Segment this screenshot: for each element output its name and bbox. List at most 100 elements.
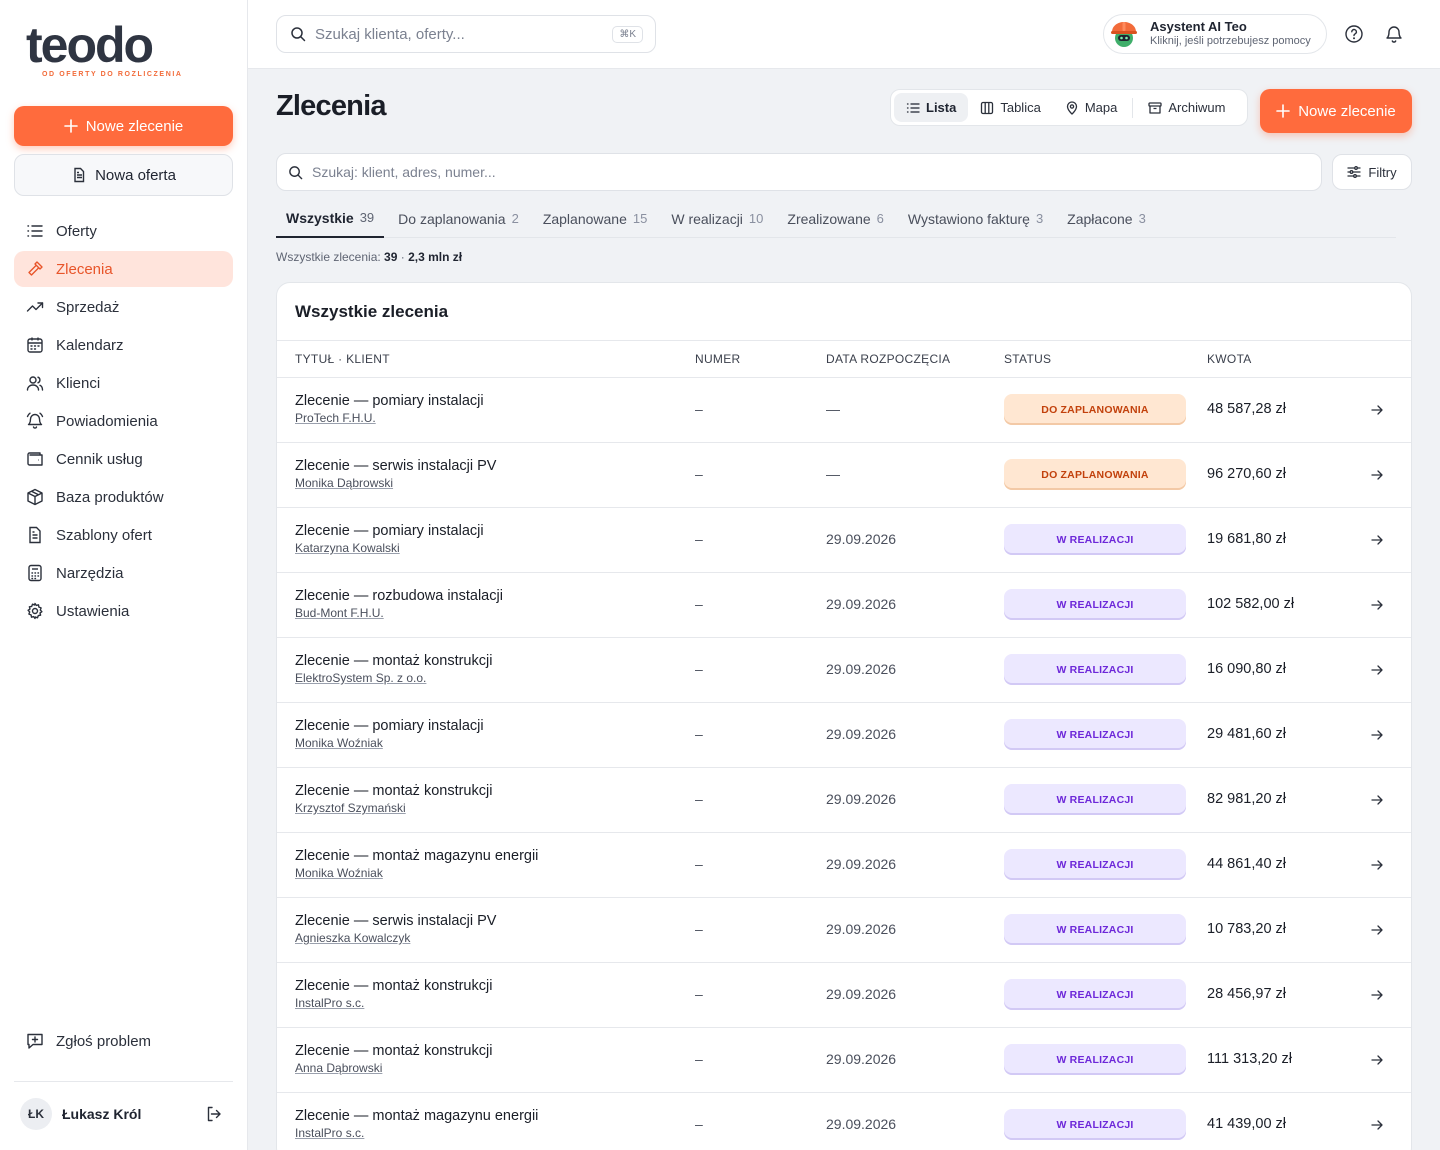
view-list-button[interactable]: Lista [894,93,969,122]
sidebar-item-calendar[interactable]: Kalendarz [14,327,233,363]
order-client-link[interactable]: Anna Dąbrowski [295,1061,382,1075]
table-row[interactable]: Zlecenie — pomiary instalacji Monika Woźn… [277,703,1411,768]
order-title[interactable]: Zlecenie — montaż konstrukcji [295,978,492,994]
sidebar-item-notifications[interactable]: Powiadomienia [14,403,233,439]
sidebar-item-price-list[interactable]: Cennik usług [14,441,233,477]
column-header-title-client[interactable]: TYTUŁ · KLIENT [295,352,390,366]
tab-invoiced[interactable]: Wystawiono fakturę 3 [898,199,1053,238]
order-title[interactable]: Zlecenie — montaż konstrukcji [295,783,492,799]
brand-logo[interactable]: teodo OD OFERTY DO ROZLICZENIA [26,20,186,80]
arrow-right-icon[interactable] [1369,467,1385,483]
order-client-link[interactable]: Bud-Mont F.H.U. [295,606,384,620]
column-header-number[interactable]: NUMER [695,352,741,366]
tab-completed[interactable]: Zrealizowane 6 [777,199,894,238]
view-map-button[interactable]: Mapa [1053,93,1130,122]
order-title[interactable]: Zlecenie — pomiary instalacji [295,393,484,409]
arrow-right-icon[interactable] [1369,727,1385,743]
order-title[interactable]: Zlecenie — montaż magazynu energii [295,848,538,864]
table-row[interactable]: Zlecenie — pomiary instalacji ProTech F.H… [277,378,1411,443]
user-profile[interactable]: ŁK Łukasz Król [20,1097,233,1131]
arrow-right-icon[interactable] [1369,532,1385,548]
arrow-right-icon[interactable] [1369,857,1385,873]
sidebar-item-offers[interactable]: Oferty [14,213,233,249]
column-header-start-date[interactable]: DATA ROZPOCZĘCIA [826,352,950,366]
sidebar-item-orders[interactable]: Zlecenia [14,251,233,287]
status-badge: W REALIZACJI [1004,654,1186,685]
tab-count: 2 [511,211,519,226]
sidebar-item-templates[interactable]: Szablony ofert [14,517,233,553]
sidebar-item-label: Szablony ofert [56,526,152,544]
ai-assistant-button[interactable]: Asystent AI Teo Kliknij, jeśli potrzebuj… [1103,14,1327,54]
order-title[interactable]: Zlecenie — rozbudowa instalacji [295,588,503,604]
arrow-right-icon[interactable] [1369,1052,1385,1068]
order-client-link[interactable]: ProTech F.H.U. [295,411,376,425]
view-archive-label: Archiwum [1168,100,1226,115]
order-client-link[interactable]: Monika Dąbrowski [295,476,393,490]
order-client-link[interactable]: Katarzyna Kowalski [295,541,400,555]
arrow-right-icon[interactable] [1369,1117,1385,1133]
sidebar-item-settings[interactable]: Ustawienia [14,593,233,629]
tab-count: 3 [1138,211,1146,226]
sidebar-item-sales[interactable]: Sprzedaż [14,289,233,325]
new-order-button[interactable]: Nowe zlecenie [14,106,233,146]
table-row[interactable]: Zlecenie — montaż konstrukcji ElektroSyst… [277,638,1411,703]
arrow-right-icon[interactable] [1369,922,1385,938]
order-title[interactable]: Zlecenie — montaż magazynu energii [295,1108,538,1124]
order-title[interactable]: Zlecenie — montaż konstrukcji [295,1043,492,1059]
table-row[interactable]: Zlecenie — montaż magazynu energii Monika… [277,833,1411,898]
order-client-link[interactable]: InstalPro s.c. [295,996,364,1010]
tab-all[interactable]: Wszystkie 39 [276,199,385,238]
column-header-status[interactable]: STATUS [1004,352,1051,366]
help-icon[interactable] [1344,24,1364,44]
table-row[interactable]: Zlecenie — serwis instalacji PV Monika Dą… [277,443,1411,508]
list-icon [27,225,43,237]
report-problem-button[interactable]: Zgłoś problem [14,1023,233,1059]
order-title[interactable]: Zlecenie — pomiary instalacji [295,523,484,539]
sidebar-item-clients[interactable]: Klienci [14,365,233,401]
table-row[interactable]: Zlecenie — pomiary instalacji Katarzyna K… [277,508,1411,573]
view-board-button[interactable]: Tablica [968,93,1052,122]
sidebar-item-tools[interactable]: Narzędzia [14,555,233,591]
order-client-link[interactable]: InstalPro s.c. [295,1126,364,1140]
table-header: TYTUŁ · KLIENT NUMER DATA ROZPOCZĘCIA ST… [277,340,1411,378]
order-client-link[interactable]: ElektroSystem Sp. z o.o. [295,671,426,685]
table-row[interactable]: Zlecenie — montaż konstrukcji InstalPro s… [277,963,1411,1028]
table-row[interactable]: Zlecenie — serwis instalacji PV Agnieszka… [277,898,1411,963]
arrow-right-icon[interactable] [1369,597,1385,613]
table-row[interactable]: Zlecenie — rozbudowa instalacji Bud-Mont … [277,573,1411,638]
order-title[interactable]: Zlecenie — montaż konstrukcji [295,653,492,669]
order-client-link[interactable]: Monika Woźniak [295,866,383,880]
new-order-header-button[interactable]: Nowe zlecenie [1260,89,1412,133]
order-client-link[interactable]: Agnieszka Kowalczyk [295,931,410,945]
arrow-right-icon[interactable] [1369,792,1385,808]
order-number: – [695,401,703,417]
order-amount: 10 783,20 zł [1207,921,1287,937]
column-header-amount[interactable]: KWOTA [1207,352,1252,366]
order-amount: 102 582,00 zł [1207,596,1295,612]
table-row[interactable]: Zlecenie — montaż konstrukcji Anna Dąbrow… [277,1028,1411,1093]
arrow-right-icon[interactable] [1369,987,1385,1003]
tab-planned[interactable]: Zaplanowane 15 [533,199,658,238]
table-row[interactable]: Zlecenie — montaż magazynu energii Instal… [277,1093,1411,1150]
logout-icon[interactable] [205,1105,223,1123]
sidebar-item-products[interactable]: Baza produktów [14,479,233,515]
tab-to-plan[interactable]: Do zaplanowania 2 [388,199,529,238]
view-archive-button[interactable]: Archiwum [1136,93,1237,122]
tab-in-progress[interactable]: W realizacji 10 [661,199,773,238]
order-client-link[interactable]: Krzysztof Szymański [295,801,406,815]
ai-assistant-subtitle: Kliknij, jeśli potrzebujesz pomocy [1150,35,1311,47]
arrow-right-icon[interactable] [1369,402,1385,418]
global-search-input[interactable]: Szukaj klienta, oferty... ⌘K [276,15,656,53]
orders-search-input[interactable]: Szukaj: klient, adres, numer... [276,153,1322,191]
filters-button[interactable]: Filtry [1332,154,1412,190]
sliders-icon [1347,166,1362,178]
order-title[interactable]: Zlecenie — pomiary instalacji [295,718,484,734]
order-title[interactable]: Zlecenie — serwis instalacji PV [295,458,496,474]
bell-icon[interactable] [1384,24,1404,44]
table-row[interactable]: Zlecenie — montaż konstrukcji Krzysztof S… [277,768,1411,833]
arrow-right-icon[interactable] [1369,662,1385,678]
order-client-link[interactable]: Monika Woźniak [295,736,383,750]
order-title[interactable]: Zlecenie — serwis instalacji PV [295,913,496,929]
new-offer-button[interactable]: Nowa oferta [14,154,233,196]
tab-paid[interactable]: Zapłacone 3 [1057,199,1156,238]
